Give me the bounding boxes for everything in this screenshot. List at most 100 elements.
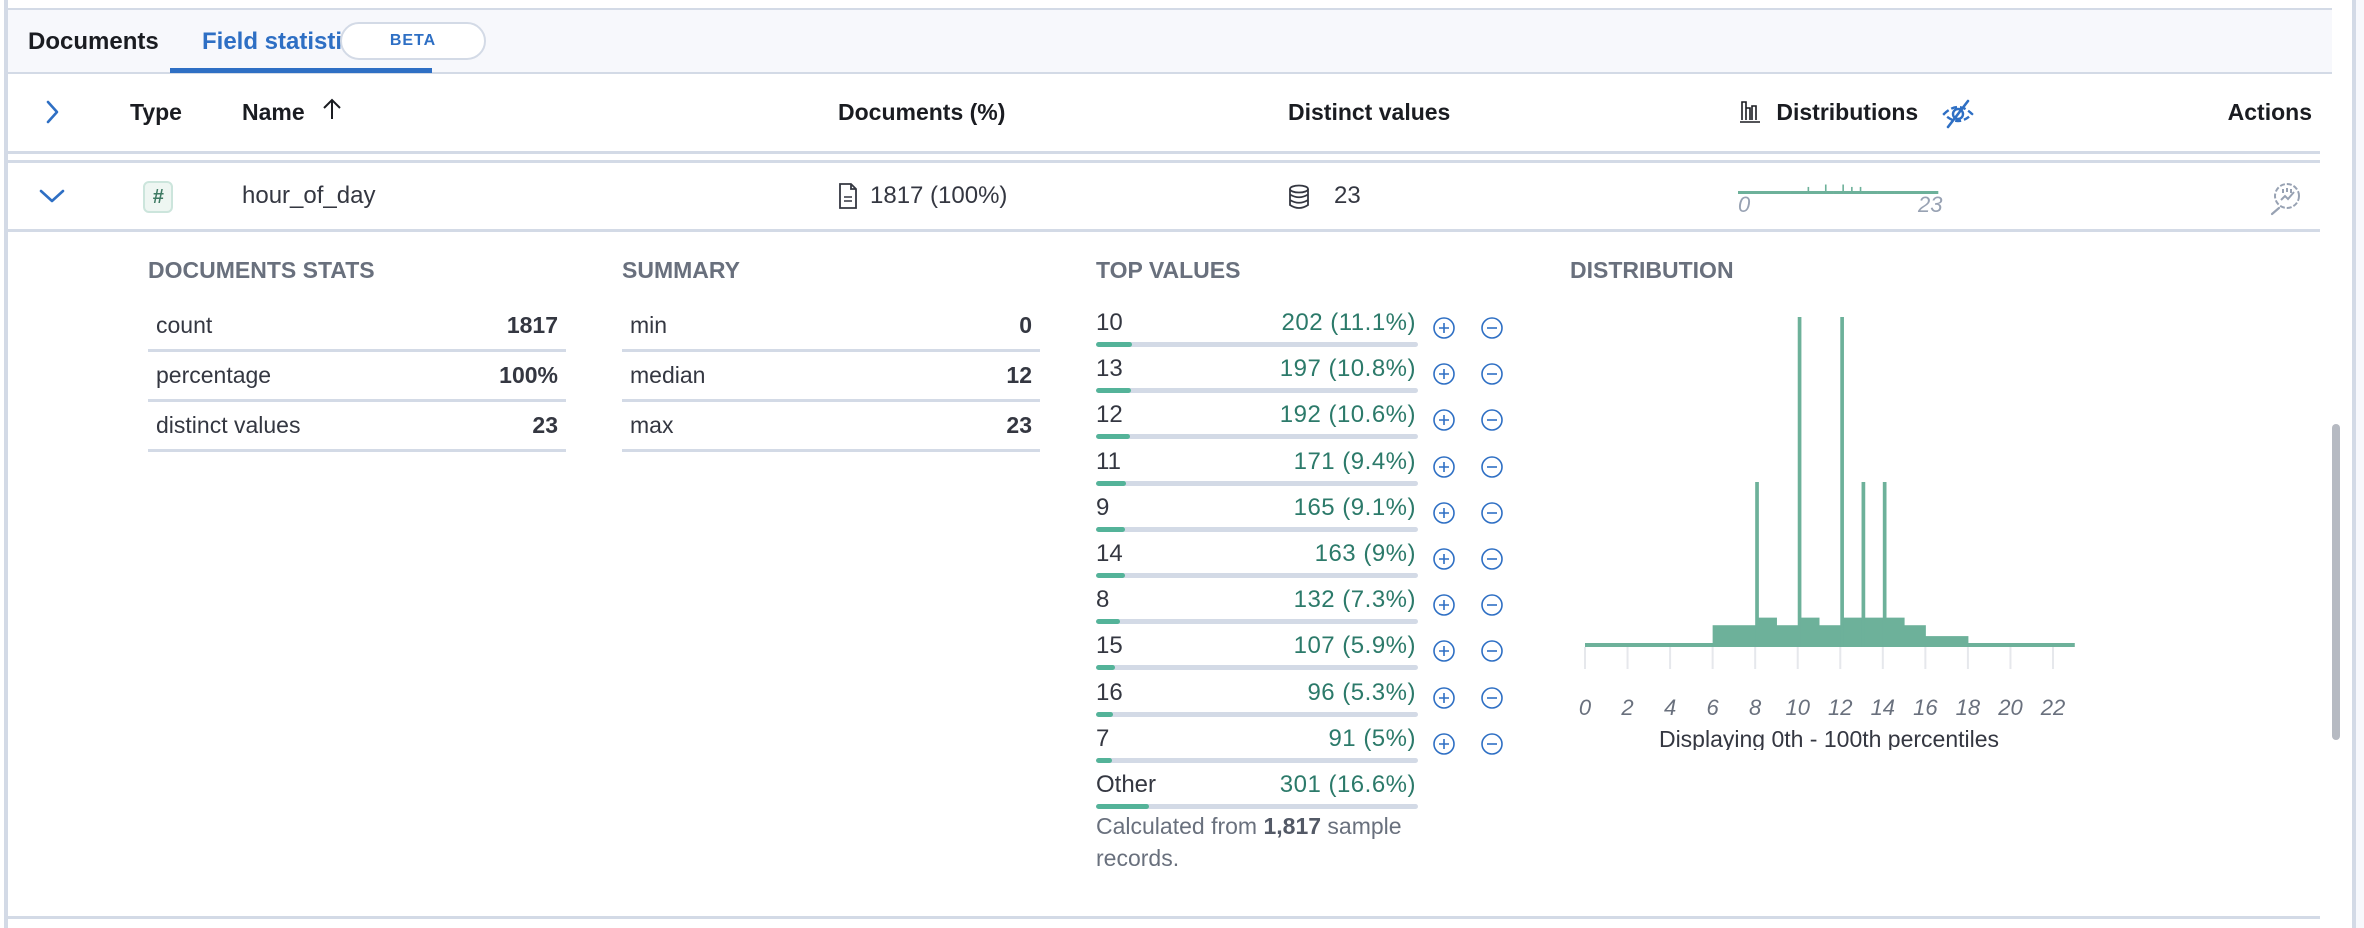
filter-out-value-button[interactable] bbox=[1480, 686, 1504, 710]
filter-for-value-button[interactable] bbox=[1432, 362, 1456, 386]
top-value-count: 96 (5.3%) bbox=[1307, 678, 1416, 706]
plus-in-circle-icon bbox=[1433, 548, 1455, 570]
column-header-distinct-values[interactable]: Distinct values bbox=[1288, 92, 1450, 132]
documents-stats-title: DOCUMENTS STATS bbox=[148, 257, 375, 283]
top-value-count: 202 (11.1%) bbox=[1281, 309, 1416, 336]
minus-in-circle-icon bbox=[1481, 363, 1503, 385]
minus-in-circle-icon bbox=[1481, 732, 1503, 755]
x-tick-label: 6 bbox=[1707, 695, 1720, 720]
filter-for-value-button[interactable] bbox=[1432, 686, 1456, 710]
panel-left-border bbox=[4, 0, 8, 928]
top-value-count: 163 (9%) bbox=[1314, 540, 1416, 567]
top-value-row: 11 171 (9.4%) bbox=[1096, 445, 1516, 491]
summary-value: 0 bbox=[1019, 312, 1032, 338]
x-tick-label: 22 bbox=[2040, 695, 2065, 720]
top-value-progress-track bbox=[1096, 388, 1418, 394]
plus-in-circle-icon bbox=[1433, 317, 1455, 339]
top-value-label: 8 bbox=[1096, 586, 1110, 614]
sparkline-bar bbox=[1790, 191, 1808, 194]
filter-for-value-button[interactable] bbox=[1432, 408, 1456, 432]
top-value-progress-fill bbox=[1096, 388, 1131, 394]
sparkline-bar bbox=[1877, 191, 1895, 194]
stat-value: 23 bbox=[532, 412, 558, 438]
distribution-bar bbox=[1864, 617, 1884, 647]
filter-out-value-button[interactable] bbox=[1480, 593, 1504, 617]
filter-for-value-button[interactable] bbox=[1432, 732, 1456, 756]
top-value-label: 12 bbox=[1096, 401, 1123, 429]
column-header-type[interactable]: Type bbox=[130, 92, 182, 132]
distribution-chart: 0 2 4 6 8 10 12 14 16 18 20 22 Displaying 0th - 100t… bbox=[1579, 317, 2075, 750]
plus-in-circle-icon bbox=[1433, 732, 1455, 755]
panel-bottom-divider bbox=[8, 916, 2320, 919]
plus-in-circle-icon bbox=[1433, 501, 1455, 524]
distribution-bar bbox=[1712, 625, 1756, 647]
database-icon bbox=[1288, 184, 1310, 215]
explore-in-lens-button[interactable] bbox=[2268, 180, 2304, 216]
stat-label: percentage bbox=[156, 362, 272, 388]
distribution-bar bbox=[1840, 317, 1844, 647]
minus-in-circle-icon bbox=[1481, 455, 1503, 478]
top-value-progress-track bbox=[1096, 804, 1418, 809]
filter-for-value-button[interactable] bbox=[1432, 639, 1456, 663]
stat-row-count: count 1817 bbox=[148, 302, 566, 352]
distribution-chart-icon bbox=[1740, 101, 1760, 123]
minus-in-circle-icon bbox=[1481, 317, 1503, 339]
vertical-scrollbar-thumb[interactable] bbox=[2332, 424, 2340, 740]
expand-all-button[interactable] bbox=[40, 96, 64, 128]
active-tab-indicator bbox=[170, 68, 432, 73]
filter-out-value-button[interactable] bbox=[1480, 732, 1504, 756]
top-value-progress-fill bbox=[1096, 434, 1131, 440]
x-tick-label: 0 bbox=[1579, 695, 1592, 720]
filter-out-value-button[interactable] bbox=[1480, 408, 1504, 432]
visualize-icon bbox=[2270, 183, 2300, 216]
distribution-sparkline bbox=[1738, 184, 1939, 194]
distribution-bar bbox=[1967, 643, 2075, 647]
top-value-progress-fill bbox=[1096, 757, 1113, 763]
minus-in-circle-icon bbox=[1481, 409, 1503, 432]
top-value-progress-fill bbox=[1096, 526, 1126, 532]
chevron-right-icon bbox=[46, 100, 59, 124]
filter-for-value-button[interactable] bbox=[1432, 455, 1456, 479]
top-value-progress-track bbox=[1096, 480, 1418, 486]
sort-ascending-icon bbox=[323, 98, 341, 119]
filter-out-value-button[interactable] bbox=[1480, 639, 1504, 663]
plus-in-circle-icon bbox=[1433, 409, 1455, 432]
top-value-progress-fill bbox=[1096, 573, 1125, 578]
x-tick-label: 12 bbox=[1828, 695, 1852, 720]
filter-for-value-button[interactable] bbox=[1432, 547, 1456, 571]
top-value-label: 16 bbox=[1096, 678, 1123, 706]
stat-value: 1817 bbox=[506, 312, 558, 338]
filter-out-value-button[interactable] bbox=[1480, 501, 1504, 525]
field-name: hour_of_day bbox=[242, 182, 376, 209]
tab-documents[interactable]: Documents bbox=[28, 22, 159, 62]
toggle-distributions-button[interactable] bbox=[1940, 98, 1976, 130]
plus-in-circle-icon bbox=[1433, 640, 1455, 663]
collapse-row-button[interactable] bbox=[36, 184, 68, 208]
top-value-label: 11 bbox=[1096, 447, 1121, 475]
sparkline-bar bbox=[1826, 191, 1834, 194]
column-header-name[interactable]: Name bbox=[242, 92, 345, 132]
top-value-label: 10 bbox=[1096, 309, 1123, 336]
top-value-label: 14 bbox=[1096, 540, 1123, 567]
row-divider-bottom bbox=[8, 229, 2320, 232]
filter-for-value-button[interactable] bbox=[1432, 316, 1456, 340]
top-value-row: 13 197 (10.8%) bbox=[1096, 352, 1516, 398]
filter-for-value-button[interactable] bbox=[1432, 501, 1456, 525]
stat-label: count bbox=[156, 312, 213, 338]
filter-out-value-button[interactable] bbox=[1480, 316, 1504, 340]
summary-label: median bbox=[630, 362, 706, 388]
x-tick-label: 16 bbox=[1913, 695, 1938, 720]
filter-out-value-button[interactable] bbox=[1480, 547, 1504, 571]
column-header-documents[interactable]: Documents (%) bbox=[838, 92, 1005, 132]
filter-out-value-button[interactable] bbox=[1480, 455, 1504, 479]
documents-stats-table: count 1817 percentage 100% distinct valu… bbox=[148, 302, 566, 452]
sparkline-bar bbox=[1808, 191, 1817, 194]
summary-row-min: min 0 bbox=[622, 302, 1040, 352]
summary-title: SUMMARY bbox=[622, 257, 740, 283]
filter-for-value-button[interactable] bbox=[1432, 593, 1456, 617]
distribution-title: DISTRIBUTION bbox=[1570, 257, 1734, 283]
plus-in-circle-icon bbox=[1433, 686, 1455, 709]
distribution-bar bbox=[1819, 625, 1841, 647]
filter-out-value-button[interactable] bbox=[1480, 362, 1504, 386]
top-value-count: 192 (10.6%) bbox=[1279, 401, 1416, 429]
